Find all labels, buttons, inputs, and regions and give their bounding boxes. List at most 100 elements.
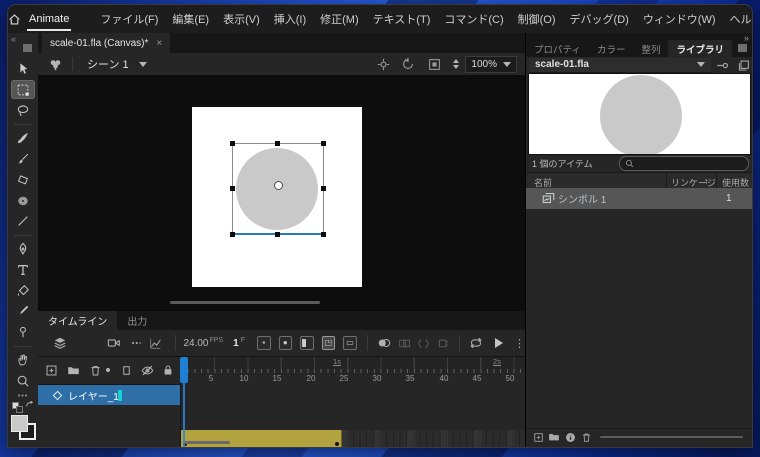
insert-frame-icon[interactable]: ▪: [257, 336, 271, 350]
menu-modify[interactable]: 修正(M): [313, 11, 366, 27]
playhead-marker[interactable]: [180, 357, 188, 383]
tab-timeline[interactable]: タイムライン: [38, 311, 117, 330]
column-divider[interactable]: [716, 173, 717, 188]
eyedropper-tool[interactable]: [11, 302, 35, 321]
play-icon[interactable]: [487, 338, 512, 348]
transform-handle-w[interactable]: [230, 186, 235, 191]
center-stage-icon[interactable]: [371, 58, 395, 71]
menu-control[interactable]: 制御(O): [511, 11, 563, 27]
zoom-stepper[interactable]: [453, 59, 459, 69]
layer-name[interactable]: レイヤー_1: [68, 388, 119, 403]
free-transform-tool[interactable]: [11, 80, 35, 99]
zoom-level-input[interactable]: 100%: [465, 56, 517, 73]
tab-output[interactable]: 出力: [117, 311, 157, 330]
onion-range-icon[interactable]: [433, 337, 452, 350]
transform-handle-sw[interactable]: [230, 232, 235, 237]
hand-tool[interactable]: [11, 351, 35, 370]
tab-color[interactable]: カラー: [589, 40, 634, 57]
onion-skin-icon[interactable]: [374, 336, 395, 350]
menu-window[interactable]: ウィンドウ(W): [636, 11, 723, 27]
highlight-column-icon[interactable]: [106, 368, 110, 372]
menu-view[interactable]: 表示(V): [216, 11, 267, 27]
asset-warp-tool[interactable]: [11, 323, 35, 342]
library-document-dropdown-icon[interactable]: [697, 62, 705, 67]
transform-handle-e[interactable]: [321, 186, 326, 191]
onion-outline-icon[interactable]: [395, 337, 414, 350]
item-properties-icon[interactable]: [562, 432, 578, 443]
menu-help[interactable]: ヘルプ(H): [723, 11, 752, 27]
frame-view-icon[interactable]: [126, 337, 145, 349]
layer-row[interactable]: レイヤー_1: [38, 385, 180, 405]
stage-canvas[interactable]: [192, 107, 362, 287]
free-transform-box[interactable]: [233, 144, 323, 234]
menu-insert[interactable]: 挿入(I): [267, 11, 313, 27]
classic-brush-tool[interactable]: [11, 150, 35, 169]
more-tools-icon[interactable]: •••: [18, 393, 28, 400]
pen-tool[interactable]: [11, 240, 35, 259]
eraser-tool[interactable]: [11, 170, 35, 189]
default-colors-icon[interactable]: [12, 402, 21, 411]
text-tool[interactable]: [11, 261, 35, 280]
new-layer-icon[interactable]: [41, 364, 63, 377]
library-item-name[interactable]: シンボル 1: [558, 191, 606, 206]
home-icon[interactable]: [8, 13, 21, 26]
collapse-panel-icon[interactable]: «: [11, 34, 16, 44]
timeline-frames-area[interactable]: 1s 2s 5 10 15 20 25 30 35 40 45 50: [180, 356, 525, 447]
layer-frames-row[interactable]: [181, 430, 525, 447]
library-search-input[interactable]: [619, 156, 749, 171]
visibility-column-icon[interactable]: [141, 364, 154, 377]
new-symbol-icon[interactable]: [530, 432, 546, 443]
menu-debug[interactable]: デバッグ(D): [563, 11, 636, 27]
fps-value[interactable]: 24.00: [183, 338, 208, 349]
outline-column-icon[interactable]: [121, 365, 132, 376]
transform-handle-nw[interactable]: [230, 141, 235, 146]
selection-tool[interactable]: [11, 60, 35, 79]
current-frame-value[interactable]: 1: [233, 338, 239, 349]
zoom-tool[interactable]: [11, 371, 35, 390]
new-folder-icon[interactable]: [63, 364, 85, 377]
transform-center-point[interactable]: [274, 181, 283, 190]
clip-content-icon[interactable]: [421, 58, 447, 71]
fill-stroke-swatch[interactable]: [11, 415, 35, 439]
insert-keyframe-icon[interactable]: ●: [279, 336, 293, 350]
lasso-tool[interactable]: [11, 101, 35, 120]
library-item-row[interactable]: シンボル 1 1: [526, 188, 752, 209]
transform-handle-ne[interactable]: [321, 141, 326, 146]
layer-options-icon[interactable]: [46, 336, 75, 350]
insert-blank-keyframe-icon[interactable]: [300, 336, 314, 350]
tab-properties[interactable]: プロパティ: [526, 40, 589, 57]
oval-tool[interactable]: [11, 191, 35, 210]
tween-span[interactable]: [181, 430, 342, 447]
app-name[interactable]: Animate: [27, 6, 71, 32]
tool-options-swatch[interactable]: [23, 44, 32, 52]
delete-item-icon[interactable]: [578, 432, 594, 443]
timeline-horizontal-scrollbar[interactable]: [184, 441, 230, 444]
menu-edit[interactable]: 編集(E): [165, 11, 216, 27]
scene-dropdown-icon[interactable]: [139, 62, 147, 67]
column-divider[interactable]: [666, 173, 667, 188]
new-folder-icon[interactable]: [546, 431, 562, 443]
graph-editor-icon[interactable]: [145, 337, 166, 350]
menu-text[interactable]: テキスト(T): [366, 11, 438, 27]
remove-frames-icon[interactable]: ▭: [343, 336, 357, 350]
swap-colors-icon[interactable]: [25, 400, 34, 412]
stage-horizontal-scrollbar[interactable]: [170, 301, 320, 304]
timeline-overflow-icon[interactable]: ⋮: [514, 337, 525, 350]
line-tool[interactable]: [11, 212, 35, 231]
loop-icon[interactable]: [466, 336, 487, 350]
paint-bucket-tool[interactable]: [11, 281, 35, 300]
delete-layer-icon[interactable]: [84, 364, 106, 377]
fluid-brush-tool[interactable]: [11, 129, 35, 148]
menu-commands[interactable]: コマンド(C): [437, 11, 510, 27]
transform-handle-n[interactable]: [275, 141, 280, 146]
library-document-select[interactable]: scale-01.fla: [529, 58, 711, 73]
span-end-dot[interactable]: [335, 442, 339, 446]
library-horizontal-scrollbar[interactable]: [600, 436, 743, 438]
menu-file[interactable]: ファイル(F): [93, 11, 165, 27]
frame-ruler[interactable]: 5 10 15 20 25 30 35 40 45 50: [181, 369, 525, 384]
layer-highlight-color[interactable]: [118, 390, 122, 401]
close-tab-icon[interactable]: ×: [156, 38, 162, 49]
zoom-dropdown-icon[interactable]: [503, 62, 511, 67]
transform-handle-s[interactable]: [275, 232, 280, 237]
edit-multiple-frames-icon[interactable]: [414, 337, 433, 350]
